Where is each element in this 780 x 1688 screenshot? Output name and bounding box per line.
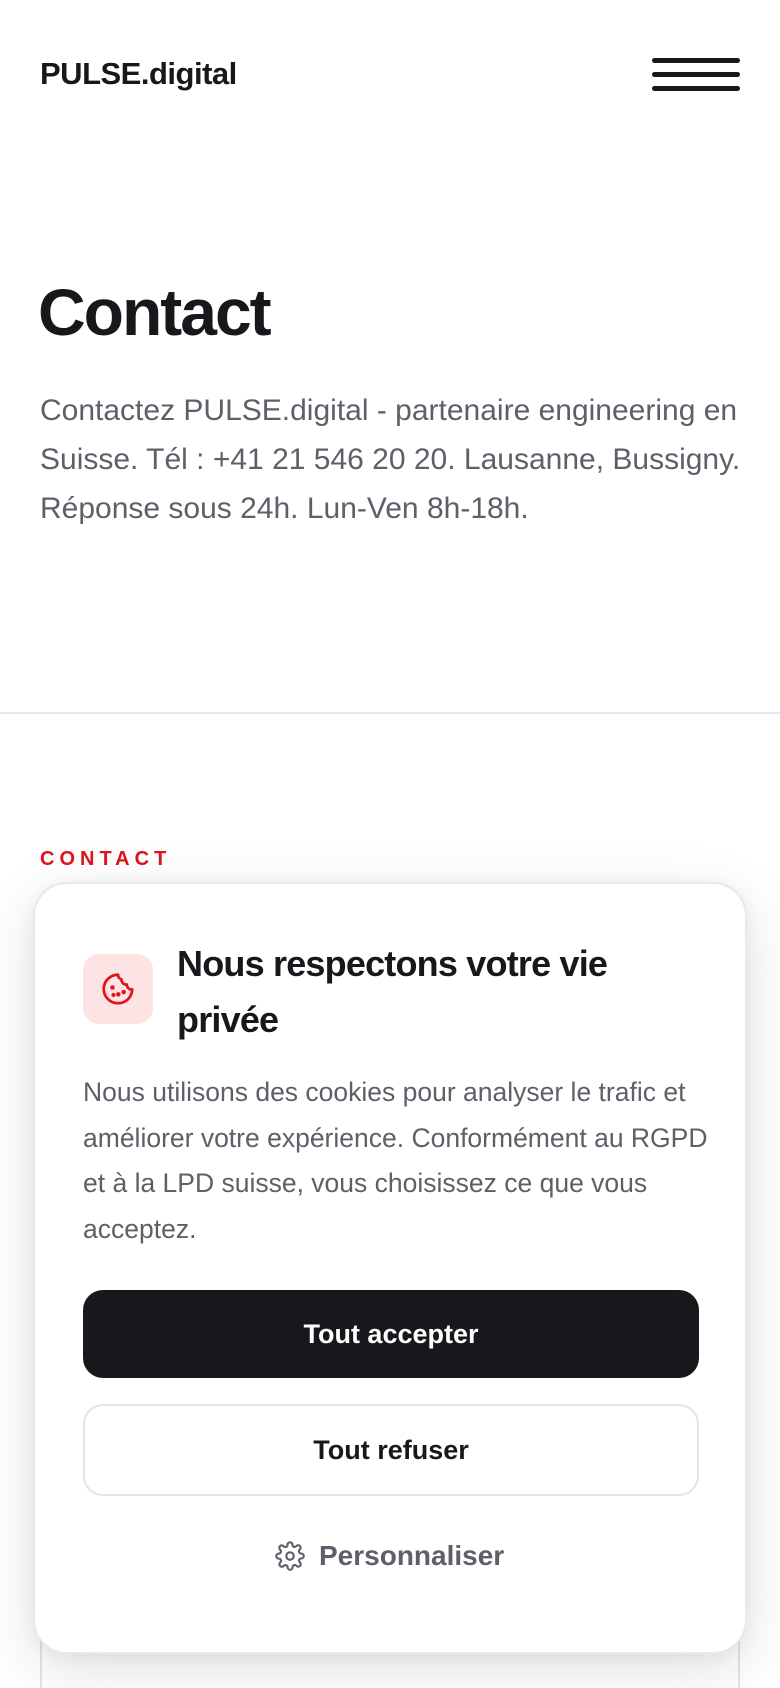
section-divider xyxy=(0,712,780,714)
menu-bar xyxy=(652,72,740,77)
menu-bar xyxy=(652,58,740,63)
hamburger-menu-icon[interactable] xyxy=(650,56,742,96)
page-title: Contact xyxy=(38,275,272,349)
page-description: Contactez PULSE.digital - partenaire eng… xyxy=(40,394,741,525)
section-eyebrow: CONTACT xyxy=(40,848,172,870)
page: PULSE.digital Contact Contactez PULSE.di… xyxy=(0,0,780,1688)
cookie-dialog-text: Nous utilisons des cookies pour analyser… xyxy=(83,1077,708,1244)
customize-button[interactable]: Personnaliser xyxy=(275,1534,504,1578)
menu-bar xyxy=(652,86,740,91)
cookie-consent-dialog: Nous respectons votre vie privée Nous ut… xyxy=(33,882,747,1654)
site-logo[interactable]: PULSE.digital xyxy=(40,56,237,92)
customize-label: Personnaliser xyxy=(319,1540,505,1571)
gear-icon xyxy=(275,1541,305,1571)
cookie-dialog-title: Nous respectons votre vie privée xyxy=(177,943,608,1040)
refuse-all-button[interactable]: Tout refuser xyxy=(83,1404,699,1496)
accept-all-button[interactable]: Tout accepter xyxy=(83,1290,699,1378)
cookie-icon xyxy=(83,954,153,1024)
